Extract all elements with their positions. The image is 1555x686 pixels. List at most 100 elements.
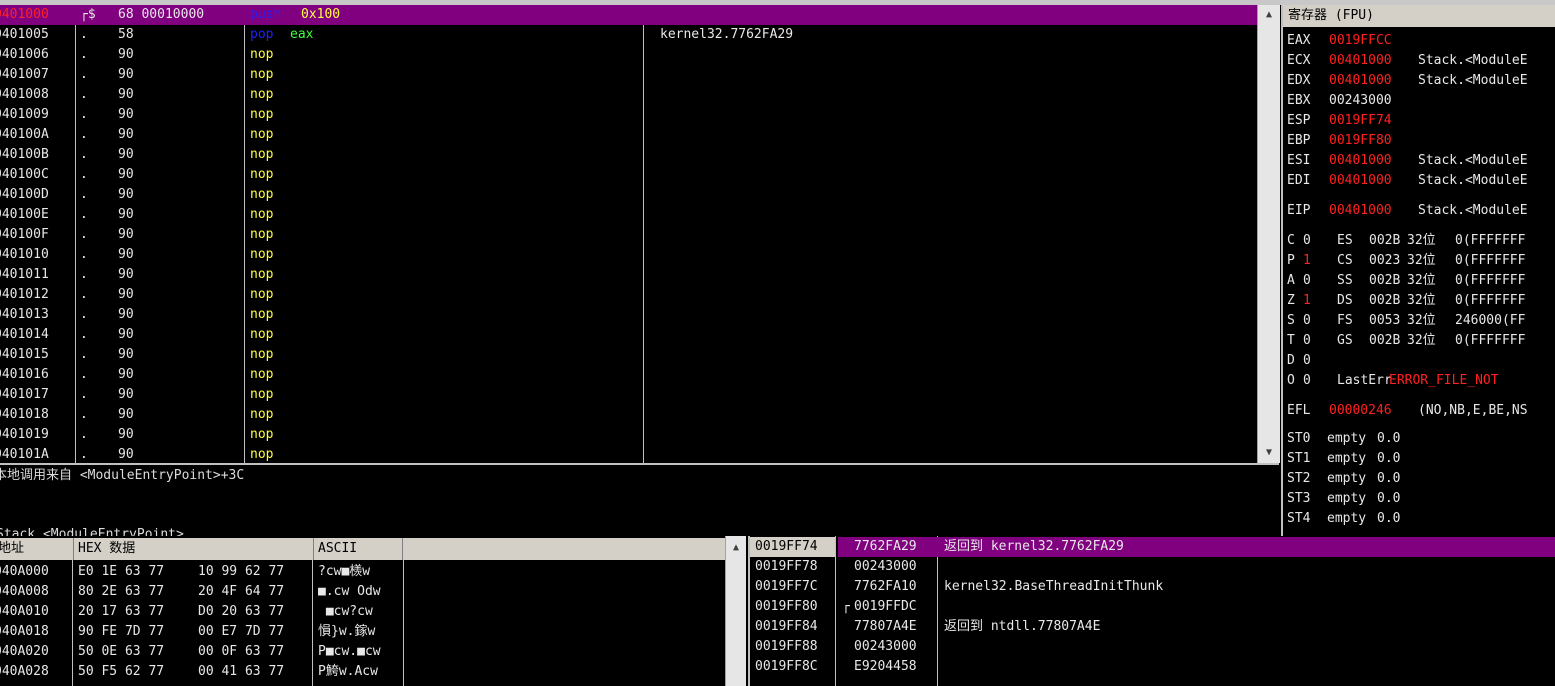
register-value[interactable]: 0019FF74 [1329,111,1392,131]
disasm-row[interactable]: 0401011. 90 nop [0,265,1257,285]
disasm-address[interactable]: 040100F [0,225,49,245]
disassembly-panel[interactable]: 0401000 ┌$ 68 00010000 push 0x100 0401005. 58 p… [0,5,1257,463]
dump-hex-1[interactable]: E0 1E 63 77 [78,562,164,582]
register-row[interactable]: EDI 00401000 Stack.<ModuleE [1283,171,1555,191]
dump-hex-1[interactable]: 90 FE 7D 77 [78,622,164,642]
stack-value[interactable]: 00243000 [854,637,917,657]
fpu-value[interactable]: 0.0 [1377,509,1400,529]
disasm-address[interactable]: 0401018 [0,405,49,425]
dump-hex-1[interactable]: 50 0E 63 77 [78,642,164,662]
stack-address[interactable]: 0019FF88 [755,637,818,657]
register-row[interactable]: EBX 00243000 [1283,91,1555,111]
dump-ascii[interactable]: P■cw.■cw [318,642,381,662]
fpu-row[interactable]: ST4 empty 0.0 [1283,509,1555,529]
disasm-address[interactable]: 040100A [0,125,49,145]
stack-address[interactable]: 0019FF8C [755,657,818,677]
disasm-row[interactable]: 0401015. 90 nop [0,345,1257,365]
dump-ascii[interactable]: P鮬w.Acw [318,662,378,682]
register-row[interactable]: EBP 0019FF80 [1283,131,1555,151]
flag-row[interactable]: A 0 SS 002B 32位 0(FFFFFFF [1283,271,1555,291]
stack-row[interactable]: 0019FF8C E9204458 [750,657,1555,677]
disasm-address[interactable]: 0401014 [0,325,49,345]
register-row[interactable]: ESI 00401000 Stack.<ModuleE [1283,151,1555,171]
register-row[interactable]: ESP 0019FF74 [1283,111,1555,131]
disasm-address[interactable]: 0401017 [0,385,49,405]
dump-row[interactable]: 040A008 80 2E 63 77 20 4F 64 77 ■.cw Odw [0,582,725,602]
registers-panel[interactable]: 寄存器 (FPU) EAX 0019FFCC ECX 00401000 Stack.<M… [1281,5,1555,536]
fpu-value[interactable]: 0.0 [1377,489,1400,509]
disasm-row[interactable]: 0401018. 90 nop [0,405,1257,425]
disasm-address[interactable]: 0401013 [0,305,49,325]
registers-title[interactable]: 寄存器 (FPU) [1283,5,1555,27]
stack-row[interactable]: 0019FF88 00243000 [750,637,1555,657]
register-value[interactable]: 00401000 [1329,51,1392,71]
dump-row[interactable]: 040A000 E0 1E 63 77 10 99 62 77 ?cw■檨w [0,562,725,582]
disasm-row[interactable]: 0401012. 90 nop [0,285,1257,305]
disasm-row[interactable]: 0401014. 90 nop [0,325,1257,345]
disasm-address[interactable]: 0401008 [0,85,49,105]
disasm-address[interactable]: 0401009 [0,105,49,125]
flag-bit[interactable]: 0 [1303,271,1311,291]
register-value[interactable]: 00401000 [1329,201,1392,221]
disasm-address[interactable]: 0401006 [0,45,49,65]
flag-bit[interactable]: 0 [1303,371,1311,391]
stack-address[interactable]: 0019FF84 [755,617,818,637]
dump-header-ascii[interactable]: ASCII [314,538,403,560]
dump-hex-1[interactable]: 80 2E 63 77 [78,582,164,602]
disasm-address[interactable]: 040100E [0,205,49,225]
dump-address[interactable]: 040A008 [0,582,49,602]
disasm-address[interactable]: 0401005 [0,25,49,45]
disassembly-scrollbar[interactable]: ▲ ▼ [1257,5,1280,463]
fpu-value[interactable]: 0.0 [1377,429,1400,449]
dump-hex-2[interactable]: 00 E7 7D 77 [198,622,284,642]
dump-hex-2[interactable]: D0 20 63 77 [198,602,284,622]
disasm-row[interactable]: 0401013. 90 nop [0,305,1257,325]
dump-ascii[interactable]: ■.cw Odw [318,582,381,602]
disasm-address[interactable]: 040101A [0,445,49,463]
dump-panel[interactable]: 地址 HEX 数据 ASCII 040A000 E0 1E 63 77 10 99 … [0,536,725,686]
dump-address[interactable]: 040A000 [0,562,49,582]
stack-panel[interactable]: 0019FF74 7762FA29 返回到 kernel32.7762FA29 001… [748,536,1555,686]
register-value[interactable]: 00401000 [1329,151,1392,171]
dump-hex-2[interactable]: 10 99 62 77 [198,562,284,582]
flag-row[interactable]: C 0 ES 002B 32位 0(FFFFFFF [1283,231,1555,251]
dump-address[interactable]: 040A010 [0,602,49,622]
dump-hex-1[interactable]: 50 F5 62 77 [78,662,164,682]
fpu-value[interactable]: 0.0 [1377,449,1400,469]
stack-row[interactable]: 0019FF7C 7762FA10 kernel32.BaseThreadInitT… [750,577,1555,597]
flag-row[interactable]: T 0 GS 002B 32位 0(FFFFFFF [1283,331,1555,351]
disasm-address[interactable]: 0401016 [0,365,49,385]
stack-address[interactable]: 0019FF74 [755,537,818,557]
scroll-up-icon[interactable]: ▲ [1258,7,1280,23]
fpu-value[interactable]: 0.0 [1377,469,1400,489]
flag-bit[interactable]: 0 [1303,311,1311,331]
stack-address[interactable]: 0019FF80 [755,597,818,617]
disasm-row[interactable]: 0401019. 90 nop [0,425,1257,445]
dump-ascii[interactable]: 愪}w.鎵w [318,622,375,642]
scroll-down-icon[interactable]: ▼ [1258,445,1280,461]
register-value[interactable]: 00000246 [1329,401,1392,421]
flag-bit[interactable]: 0 [1303,231,1311,251]
fpu-row[interactable]: ST2 empty 0.0 [1283,469,1555,489]
flag-row[interactable]: Z 1 DS 002B 32位 0(FFFFFFF [1283,291,1555,311]
disasm-address[interactable]: 0401000 [0,5,49,25]
dump-hex-2[interactable]: 00 0F 63 77 [198,642,284,662]
dump-ascii[interactable]: ■cw?cw [318,602,373,622]
fpu-row[interactable]: ST1 empty 0.0 [1283,449,1555,469]
dump-address[interactable]: 040A018 [0,622,49,642]
register-value[interactable]: 00243000 [1329,91,1392,111]
disasm-row[interactable]: 040101A. 90 nop [0,445,1257,463]
register-row[interactable]: EDX 00401000 Stack.<ModuleE [1283,71,1555,91]
disasm-row[interactable]: 0401010. 90 nop [0,245,1257,265]
dump-row[interactable]: 040A018 90 FE 7D 77 00 E7 7D 77 愪}w.鎵w [0,622,725,642]
disasm-address[interactable]: 040100C [0,165,49,185]
stack-address[interactable]: 0019FF7C [755,577,818,597]
disasm-address[interactable]: 0401011 [0,265,49,285]
dump-ascii[interactable]: ?cw■檨w [318,562,370,582]
disasm-address[interactable]: 0401015 [0,345,49,365]
disasm-address[interactable]: 0401007 [0,65,49,85]
disasm-row[interactable]: 0401009. 90 nop [0,105,1257,125]
stack-row[interactable]: 0019FF74 7762FA29 返回到 kernel32.7762FA29 [750,537,1555,557]
stack-value[interactable]: 77807A4E [854,617,917,637]
disasm-row[interactable]: 0401006. 90 nop [0,45,1257,65]
